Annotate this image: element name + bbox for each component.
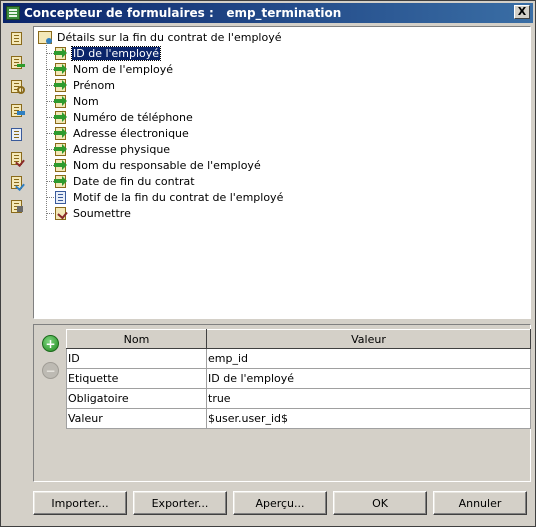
tree-item-last-name[interactable]: Nom (46, 93, 284, 109)
close-button[interactable]: X (514, 5, 530, 19)
add-submit-field-button[interactable] (7, 197, 27, 217)
ok-button[interactable]: OK (333, 491, 427, 515)
tree-item-label: Adresse physique (73, 142, 171, 156)
property-name[interactable]: Etiquette (66, 368, 207, 389)
form-structure-tree[interactable]: Détails sur la fin du contrat de l'emplo… (33, 26, 531, 319)
add-field-icon (11, 32, 22, 45)
add-query-field-button[interactable] (7, 77, 27, 97)
field-icon (54, 94, 68, 108)
import-button[interactable]: Importer... (33, 491, 127, 515)
preview-button[interactable]: Aperçu... (233, 491, 327, 515)
add-text-field-button[interactable] (7, 53, 27, 73)
tree-item-label: Prénom (73, 78, 115, 92)
add-property-button[interactable]: + (42, 335, 59, 352)
property-value[interactable]: emp_id (206, 348, 531, 369)
field-icon (54, 174, 68, 188)
field-icon (54, 142, 68, 156)
form-designer-window: Concepteur de formulaires : emp_terminat… (0, 0, 536, 527)
tree-item-termination-reason[interactable]: Motif de la fin du contrat de l'employé (46, 189, 284, 205)
remove-property-button[interactable]: − (42, 362, 59, 379)
field-icon (54, 158, 68, 172)
tree-root-node[interactable]: Détails sur la fin du contrat de l'emplo… (38, 29, 283, 45)
property-name[interactable]: Valeur (66, 408, 207, 429)
add-text-field-icon (11, 56, 22, 69)
table-row[interactable]: Valeur $user.user_id$ (66, 408, 531, 429)
form-section-icon (38, 30, 52, 44)
add-list-field-icon (11, 128, 22, 141)
column-header-value[interactable]: Valeur (206, 329, 531, 349)
field-toolbar (7, 29, 29, 221)
tree-item-label: Soumettre (73, 206, 131, 220)
table-row[interactable]: ID emp_id (66, 348, 531, 369)
cancel-button[interactable]: Annuler (433, 491, 527, 515)
window-title: Concepteur de formulaires : emp_terminat… (24, 6, 342, 20)
tree-item-label: Motif de la fin du contrat de l'employé (73, 190, 284, 204)
list-icon (54, 190, 68, 204)
field-icon (54, 62, 68, 76)
add-list-field-button[interactable] (7, 125, 27, 145)
tree-item-label: Adresse électronique (73, 126, 189, 140)
properties-grid: Nom Valeur ID emp_id Etiquette ID de l'e… (66, 329, 531, 429)
tree-item-label: Date de fin du contrat (73, 174, 195, 188)
add-link-field-button[interactable] (7, 101, 27, 121)
field-icon (54, 126, 68, 140)
property-value[interactable]: true (206, 388, 531, 409)
property-name[interactable]: Obligatoire (66, 388, 207, 409)
tree-item-employee-name[interactable]: Nom de l'employé (46, 61, 284, 77)
tree-item-manager-name[interactable]: Nom du responsable de l'employé (46, 157, 284, 173)
tree-item-label: Numéro de téléphone (73, 110, 193, 124)
properties-actions: + − (35, 326, 65, 480)
tree-item-label: Nom du responsable de l'employé (73, 158, 261, 172)
tree-item-end-date[interactable]: Date de fin du contrat (46, 173, 284, 189)
tree-item-submit[interactable]: Soumettre (46, 205, 284, 221)
tree-item-label: Nom (73, 94, 99, 108)
export-button[interactable]: Exporter... (133, 491, 227, 515)
tree-children: ID de l'employé Nom de l'employé Prénom … (46, 45, 284, 221)
add-checkbox-field-button[interactable] (7, 149, 27, 169)
field-icon (54, 46, 68, 60)
submit-icon (54, 206, 68, 220)
tree-item-phone[interactable]: Numéro de téléphone (46, 109, 284, 125)
tree-item-label: Nom de l'employé (73, 62, 174, 76)
form-designer-app-icon (6, 6, 20, 20)
tree-root-label: Détails sur la fin du contrat de l'emplo… (57, 30, 282, 44)
tree-item-address[interactable]: Adresse physique (46, 141, 284, 157)
add-field-button[interactable] (7, 29, 27, 49)
column-header-name[interactable]: Nom (66, 329, 207, 349)
field-icon (54, 110, 68, 124)
properties-panel: + − Nom Valeur ID emp_id Etiquette ID de… (33, 324, 531, 482)
tree-item-employee-id[interactable]: ID de l'employé (46, 45, 284, 61)
add-validation-field-button[interactable] (7, 173, 27, 193)
table-row[interactable]: Etiquette ID de l'employé (66, 368, 531, 389)
table-row[interactable]: Obligatoire true (66, 388, 531, 409)
property-value[interactable]: ID de l'employé (206, 368, 531, 389)
property-name[interactable]: ID (66, 348, 207, 369)
tree-item-email[interactable]: Adresse électronique (46, 125, 284, 141)
title-bar[interactable]: Concepteur de formulaires : emp_terminat… (3, 3, 533, 23)
tree-item-label: ID de l'employé (70, 45, 162, 61)
field-icon (54, 78, 68, 92)
tree-item-first-name[interactable]: Prénom (46, 77, 284, 93)
property-value[interactable]: $user.user_id$ (206, 408, 531, 429)
